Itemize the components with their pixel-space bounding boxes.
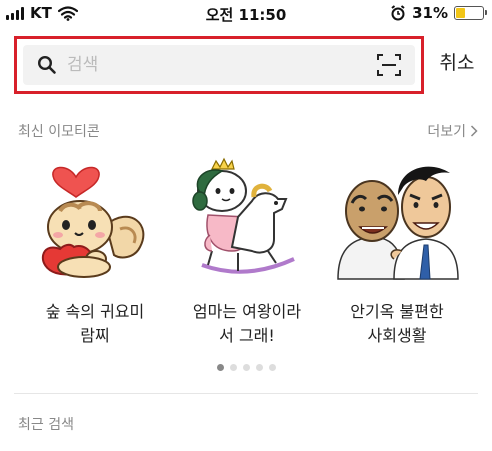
two-men-sticker: [337, 166, 459, 280]
battery-fill: [456, 8, 465, 18]
recent-search-title: 최근 검색: [18, 417, 74, 433]
emoticon-title: 엄마는 여왕이라 서 그래!: [192, 302, 302, 345]
scan-icon[interactable]: [377, 54, 401, 76]
search-box[interactable]: [23, 45, 415, 85]
queen-rocking-horse-sticker: [192, 157, 295, 274]
cancel-button[interactable]: 취소: [434, 46, 480, 76]
status-right: 31%: [390, 4, 487, 22]
emoticon-card[interactable]: 엄마는 여왕이라 서 그래!: [172, 155, 322, 355]
search-input[interactable]: [67, 51, 367, 79]
pager-dot[interactable]: [216, 364, 224, 371]
battery-percent: 31%: [412, 4, 448, 22]
emoticon-card[interactable]: 숲 속의 귀요미 람찌: [20, 155, 170, 355]
chevron-right-icon: [470, 125, 478, 137]
more-link-label: 더보기: [427, 124, 466, 140]
battery-icon: [454, 6, 487, 20]
emoticon-carousel[interactable]: 숲 속의 귀요미 람찌 엄마는 여왕이라 서 그래! 안기옥 불편한 사회생활: [0, 155, 492, 355]
search-icon: [37, 55, 56, 74]
section-title: 최신 이모티콘: [18, 124, 100, 140]
emoticon-card[interactable]: 안기옥 불편한 사회생활: [322, 155, 472, 355]
pager-dot[interactable]: [255, 364, 263, 371]
section-divider: [14, 393, 478, 394]
status-bar: KT 오전 11:50 31%: [0, 0, 492, 28]
more-link[interactable]: 더보기: [427, 121, 478, 141]
pager-dot[interactable]: [229, 364, 237, 371]
search-row: 취소: [14, 36, 480, 96]
alarm-icon: [391, 5, 405, 21]
squirrel-heart-sticker: [41, 166, 145, 278]
emoticon-title: 숲 속의 귀요미 람찌: [45, 302, 145, 345]
search-highlight-outline: [14, 36, 424, 94]
carousel-pager: [0, 364, 492, 374]
pager-dot[interactable]: [268, 364, 276, 371]
pager-dot[interactable]: [242, 364, 250, 371]
recent-emoticons-header: 최신 이모티콘 더보기: [18, 121, 478, 141]
emoticon-title: 안기옥 불편한 사회생활: [350, 302, 444, 345]
